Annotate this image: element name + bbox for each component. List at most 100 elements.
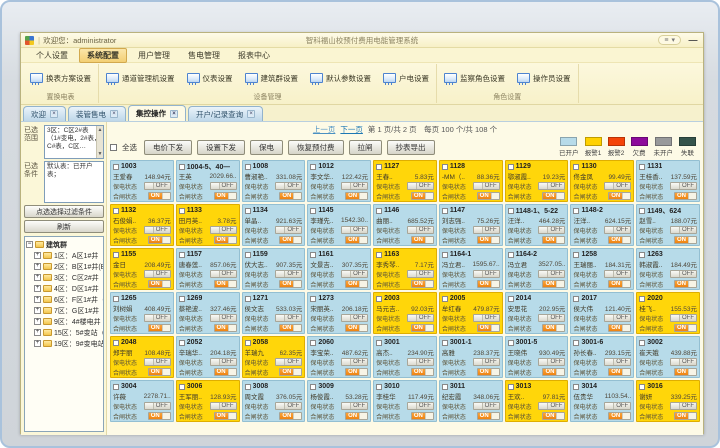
tree-node[interactable]: +9区：4#楼电井（4#… bbox=[26, 316, 103, 327]
meter-card[interactable]: 2058羊瑞九62.35元保电状态OFF合闸状态ON bbox=[242, 336, 306, 378]
switch-toggle[interactable]: ON bbox=[477, 280, 500, 288]
power-protect-toggle[interactable]: OFF bbox=[275, 270, 302, 278]
range-box[interactable]: 3区：C区2#表（1#变电，2#表，C#表，C区… ▲ ▼ bbox=[44, 125, 104, 159]
ribbon-button-建筑群设置[interactable]: 建筑群设置 bbox=[242, 71, 302, 86]
scroll-up-icon[interactable]: ▲ bbox=[98, 126, 103, 134]
card-checkbox[interactable] bbox=[639, 384, 645, 390]
switch-toggle[interactable]: ON bbox=[477, 412, 500, 420]
expand-icon[interactable]: + bbox=[34, 285, 41, 292]
minimize-button[interactable]: — bbox=[687, 35, 699, 45]
meter-card[interactable]: 3016谢妍339.25元保电状态OFF合闸状态ON bbox=[636, 380, 700, 422]
card-checkbox[interactable] bbox=[442, 384, 448, 390]
power-protect-toggle[interactable]: OFF bbox=[538, 226, 565, 234]
card-checkbox[interactable] bbox=[639, 296, 645, 302]
meter-card[interactable]: 1269蔡艳波..327.46元保电状态OFF合闸状态ON bbox=[176, 292, 240, 334]
expand-icon[interactable]: + bbox=[34, 263, 41, 270]
power-protect-toggle[interactable]: OFF bbox=[407, 270, 434, 278]
switch-toggle[interactable]: ON bbox=[345, 192, 368, 200]
power-protect-toggle[interactable]: OFF bbox=[210, 358, 237, 366]
card-checkbox[interactable] bbox=[245, 296, 251, 302]
ribbon-button-仪表设置[interactable]: 仪表设置 bbox=[184, 71, 236, 86]
meter-card[interactable]: 1148-2汪洋..624.15元保电状态OFF合闸状态ON bbox=[570, 204, 634, 246]
power-protect-toggle[interactable]: OFF bbox=[144, 314, 171, 322]
close-icon[interactable]: × bbox=[247, 110, 255, 118]
tab-欢迎[interactable]: 欢迎× bbox=[23, 106, 66, 121]
expand-icon[interactable]: + bbox=[34, 329, 41, 336]
meter-card[interactable]: 2052辛瑞华..204.18元保电状态OFF合闸状态ON bbox=[176, 336, 240, 378]
card-checkbox[interactable] bbox=[442, 252, 448, 258]
meter-card[interactable]: 1130佟金凤99.49元保电状态OFF合闸状态ON bbox=[570, 160, 634, 202]
meter-card[interactable]: 1164-1冯立君..1595.67..保电状态OFF合闸状态ON bbox=[439, 248, 503, 290]
ribbon-button-监察角色设置[interactable]: 监察角色设置 bbox=[441, 71, 508, 86]
card-checkbox[interactable] bbox=[376, 384, 382, 390]
card-checkbox[interactable] bbox=[573, 296, 579, 302]
ribbon-button-默认参数设置[interactable]: 默认参数设置 bbox=[307, 71, 374, 86]
meter-card[interactable]: 3014伍贵华1103.54..保电状态OFF合闸状态ON bbox=[570, 380, 634, 422]
card-checkbox[interactable] bbox=[508, 164, 514, 170]
toolbar-button-拉闸[interactable]: 拉闸 bbox=[349, 140, 382, 155]
switch-toggle[interactable]: ON bbox=[477, 192, 500, 200]
meter-card[interactable]: 3001-5王晓伟930.49元保电状态OFF合闸状态ON bbox=[505, 336, 569, 378]
power-protect-toggle[interactable]: OFF bbox=[275, 358, 302, 366]
meter-card[interactable]: 1148-1、5-22汪洋..464.28元保电状态OFF合闸状态ON bbox=[505, 204, 569, 246]
power-protect-toggle[interactable]: OFF bbox=[473, 182, 500, 190]
power-protect-toggle[interactable]: OFF bbox=[604, 270, 631, 278]
power-protect-toggle[interactable]: OFF bbox=[407, 402, 434, 410]
meter-card[interactable]: 3004许薇2278.71..保电状态OFF合闸状态ON bbox=[110, 380, 174, 422]
meter-card[interactable]: 1134单晶..921.63元保电状态OFF合闸状态ON bbox=[242, 204, 306, 246]
meter-card[interactable]: 2017侯大伟121.40元保电状态OFF合闸状态ON bbox=[570, 292, 634, 334]
switch-toggle[interactable]: ON bbox=[542, 368, 565, 376]
tree-node[interactable]: +1区：A区1#井 bbox=[26, 250, 103, 261]
card-checkbox[interactable] bbox=[113, 164, 119, 170]
power-protect-toggle[interactable]: OFF bbox=[341, 358, 368, 366]
meter-card[interactable]: 3001高杰..234.90元保电状态OFF合闸状态ON bbox=[373, 336, 437, 378]
meter-card[interactable]: 1164-2冯立君3527.05..保电状态OFF合闸状态ON bbox=[505, 248, 569, 290]
refresh-button[interactable]: 刷新 bbox=[24, 220, 104, 233]
switch-toggle[interactable]: ON bbox=[411, 280, 434, 288]
card-checkbox[interactable] bbox=[573, 252, 579, 258]
card-checkbox[interactable] bbox=[376, 340, 382, 346]
switch-toggle[interactable]: ON bbox=[608, 236, 631, 244]
power-protect-toggle[interactable]: OFF bbox=[538, 402, 565, 410]
switch-toggle[interactable]: ON bbox=[674, 192, 697, 200]
power-protect-toggle[interactable]: OFF bbox=[670, 402, 697, 410]
power-protect-toggle[interactable]: OFF bbox=[407, 314, 434, 322]
ribbon-button-操作员设置[interactable]: 操作员设置 bbox=[514, 71, 574, 86]
switch-toggle[interactable]: ON bbox=[542, 412, 565, 420]
power-protect-toggle[interactable]: OFF bbox=[670, 226, 697, 234]
close-icon[interactable]: × bbox=[170, 110, 178, 118]
switch-toggle[interactable]: ON bbox=[148, 324, 171, 332]
power-protect-toggle[interactable]: OFF bbox=[341, 270, 368, 278]
tree-node[interactable]: +7区：G区1#井 bbox=[26, 305, 103, 316]
switch-toggle[interactable]: ON bbox=[477, 324, 500, 332]
meter-card[interactable]: 1129鄂淑霞..19.23元保电状态OFF合闸状态ON bbox=[505, 160, 569, 202]
card-checkbox[interactable] bbox=[113, 208, 119, 214]
switch-toggle[interactable]: ON bbox=[345, 236, 368, 244]
card-checkbox[interactable] bbox=[508, 384, 514, 390]
meter-card[interactable]: 1155金日208.49元保电状态OFF合闸状态ON bbox=[110, 248, 174, 290]
meter-card[interactable]: 1271侯文志533.03元保电状态OFF合闸状态ON bbox=[242, 292, 306, 334]
card-checkbox[interactable] bbox=[442, 208, 448, 214]
expand-icon[interactable]: + bbox=[34, 340, 41, 347]
power-protect-toggle[interactable]: OFF bbox=[341, 402, 368, 410]
range-scrollbar[interactable]: ▲ ▼ bbox=[96, 126, 103, 158]
card-checkbox[interactable] bbox=[179, 296, 185, 302]
switch-toggle[interactable]: ON bbox=[279, 192, 302, 200]
switch-toggle[interactable]: ON bbox=[148, 280, 171, 288]
card-checkbox[interactable] bbox=[573, 340, 579, 346]
switch-toggle[interactable]: ON bbox=[411, 412, 434, 420]
switch-toggle[interactable]: ON bbox=[542, 280, 565, 288]
tree-node[interactable]: +3区：C区2#井（1#… bbox=[26, 272, 103, 283]
tree-node[interactable]: +19区：9#变电站（2#… bbox=[26, 338, 103, 349]
card-checkbox[interactable] bbox=[245, 252, 251, 258]
card-checkbox[interactable] bbox=[310, 384, 316, 390]
meter-card[interactable]: 1258王瑞丽..184.31元保电状态OFF合闸状态ON bbox=[570, 248, 634, 290]
meter-card[interactable]: 1149、624赵雪..188.07元保电状态OFF合闸状态ON bbox=[636, 204, 700, 246]
switch-toggle[interactable]: ON bbox=[608, 192, 631, 200]
tree-node[interactable]: +4区：D区1#井（D区… bbox=[26, 283, 103, 294]
power-protect-toggle[interactable]: OFF bbox=[604, 226, 631, 234]
power-protect-toggle[interactable]: OFF bbox=[275, 182, 302, 190]
switch-toggle[interactable]: ON bbox=[214, 192, 237, 200]
ribbon-button-通道管理机设置[interactable]: 通道管理机设置 bbox=[103, 71, 178, 86]
power-protect-toggle[interactable]: OFF bbox=[210, 182, 237, 190]
